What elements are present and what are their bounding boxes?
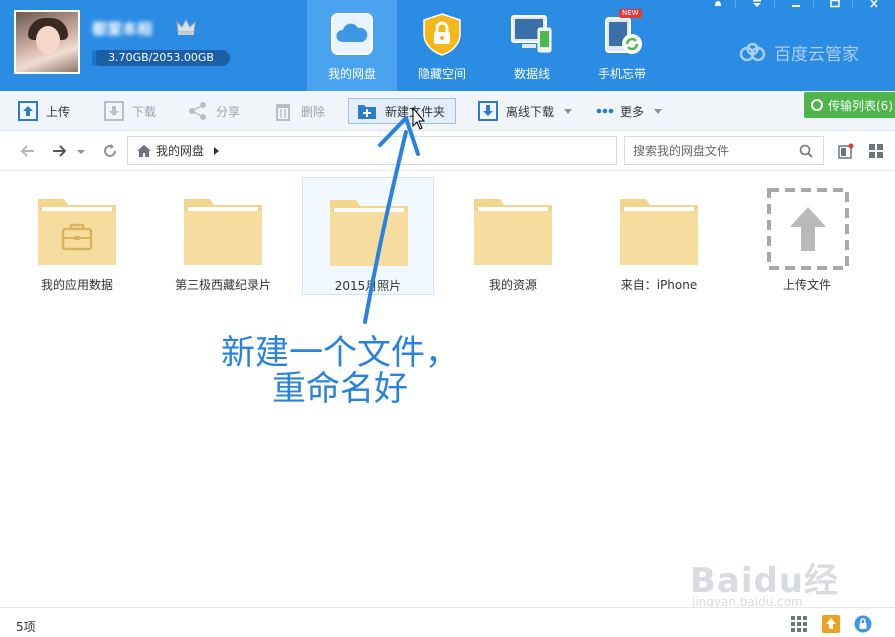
quota-text: 3.70GB/2053.00GB [108,51,214,64]
new-folder-icon [358,105,376,119]
minimize-icon[interactable] [785,0,807,10]
upload-button[interactable]: 上传 [18,98,70,124]
folder-icon [474,199,552,265]
safe-lock-icon[interactable] [854,615,872,633]
annotation-text: 新建一个文件， 重命名好 [210,335,470,407]
close-icon[interactable] [863,0,885,10]
search-icon[interactable] [799,144,813,158]
chevron-down-icon [564,108,573,114]
file-name: 2015月照片 [334,279,402,293]
annotation-line-1: 新建一个文件， [221,333,459,373]
folder-icon [620,199,698,265]
brand-name: 百度云管家 [774,45,859,65]
tab-label: 数据线 [513,67,550,81]
transfer-list-label: 传输列表(6) [828,98,893,113]
tab-label: 手机忘带 [597,67,646,81]
delete-label: 删除 [301,104,326,119]
tab-label: 隐藏空间 [417,67,466,81]
address-bar: 我的网盘 [0,131,895,171]
download-button[interactable]: 下载 [104,98,156,124]
file-item-my-resources[interactable]: 我的资源 [447,177,579,295]
cloud-logo-icon [739,42,766,61]
file-name: 我的资源 [488,278,537,292]
folder-icon [330,200,408,266]
forward-arrow-icon[interactable] [50,142,68,160]
tab-phone-forgot[interactable]: NEW 手机忘带 [577,0,667,91]
new-folder-button[interactable]: 新建文件夹 [348,98,457,124]
breadcrumb-item[interactable]: 我的网盘 [156,142,204,159]
back-arrow-icon[interactable] [19,142,37,160]
more-label: 更多 [620,104,645,119]
offline-download-button[interactable]: 离线下载 [478,98,573,124]
search-box [624,136,824,165]
tab-hidden-space[interactable]: 隐藏空间 [397,0,487,91]
transfer-status-icon [811,99,823,111]
more-dots-icon [596,108,614,114]
folder-icon [184,199,262,265]
maximize-icon[interactable] [824,0,846,10]
app-grid-icon[interactable] [790,615,808,633]
status-bar: 5项 [0,607,895,637]
app-folder-icon [38,199,116,265]
upload-status-icon[interactable] [822,615,840,633]
toolbar: 上传 下载 分享 删除 新建文件夹 离线下载 更多 [0,91,895,131]
devices-icon [511,15,552,53]
annotation-line-2: 重命名好 [272,369,408,409]
transfer-list-button[interactable]: 传输列表(6) [804,92,895,118]
search-input[interactable] [633,143,793,158]
home-icon[interactable] [136,144,152,158]
upload-icon [18,101,38,121]
download-icon [104,101,124,121]
file-item-upload[interactable]: 上传文件 [741,177,873,295]
baidu-jingyan-watermark: Baidu经验 jingyan.baidu.com [690,545,870,637]
offline-download-icon [478,101,498,121]
offline-download-label: 离线下载 [506,104,555,119]
file-name: 来自：iPhone [620,278,698,292]
download-label: 下载 [132,104,157,119]
tab-my-netdisk[interactable]: 我的网盘 [307,0,397,91]
grid-view-icon[interactable] [868,143,884,159]
file-item-2015-photos[interactable]: 2015月照片 [302,177,434,295]
chevron-right-icon[interactable] [214,146,220,155]
share-icon [189,102,206,120]
tab-data-cable[interactable]: 数据线 [487,0,577,91]
notification-icon[interactable] [707,0,729,10]
cloud-icon [331,13,373,55]
history-dropdown-icon[interactable] [76,142,86,160]
file-name: 第三极西藏纪录片 [174,278,271,292]
breadcrumb[interactable]: 我的网盘 [127,136,617,165]
app-header: 都爱本相 3.70GB/2053.00GB 我的网盘 隐藏空间 数据线 NEW … [0,0,895,91]
file-name: 我的应用数据 [40,278,113,292]
file-name: 上传文件 [782,278,831,292]
brand-logo: 百度云管家 [738,40,859,65]
share-button[interactable]: 分享 [188,98,240,124]
lock-icon [423,13,461,56]
upload-placeholder-icon [767,188,849,270]
share-label: 分享 [216,104,241,119]
chevron-down-icon [654,108,663,114]
crown-icon [176,18,196,35]
trash-icon [276,104,290,121]
file-item-from-iphone[interactable]: 来自：iPhone [593,177,725,295]
phone-sync-icon [605,17,642,54]
file-item-tibet-documentary[interactable]: 第三极西藏纪录片 [157,177,289,295]
refresh-icon[interactable] [101,142,119,160]
window-controls [697,0,885,10]
more-button[interactable]: 更多 [596,98,663,124]
file-item-app-data[interactable]: 我的应用数据 [11,177,143,295]
username[interactable]: 都爱本相 [92,18,172,36]
new-badge: NEW [619,9,642,18]
avatar[interactable] [14,10,80,74]
delete-button[interactable]: 删除 [273,98,325,124]
new-folder-label: 新建文件夹 [385,104,446,119]
tab-label: 我的网盘 [327,67,376,81]
menu-icon[interactable] [746,0,768,10]
item-count: 5项 [16,620,36,634]
upload-label: 上传 [46,104,71,119]
list-view-icon[interactable] [838,143,854,159]
storage-quota: 3.70GB/2053.00GB [92,50,230,66]
